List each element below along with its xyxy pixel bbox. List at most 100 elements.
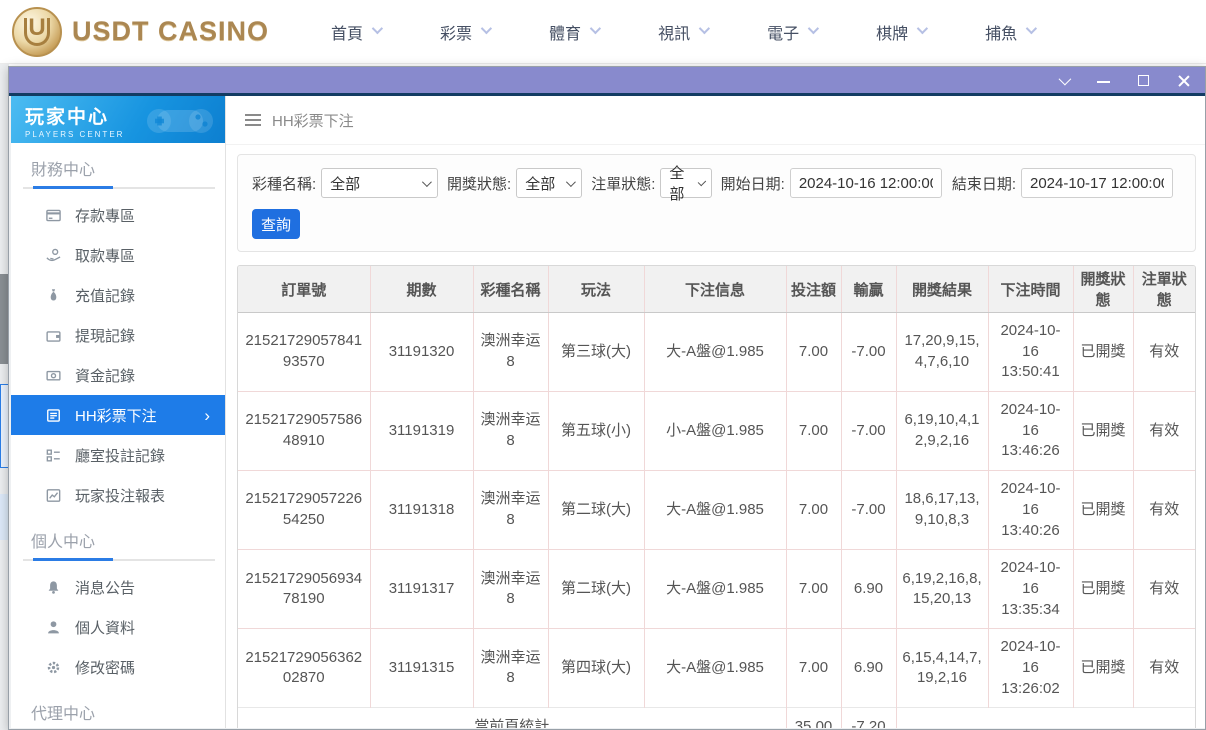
cell-bet-info: 大-A盤@1.985 [643, 311, 786, 392]
sidebar-item[interactable]: 消息公告 [11, 567, 225, 607]
logo-text: USDT CASINO [72, 16, 270, 46]
table-row: 2152172905636202870 31191315 澳洲幸运8 第四球(大) 大-… [238, 628, 1195, 708]
nav-item[interactable]: 棋牌 [872, 12, 929, 52]
window-titlebar[interactable] [9, 67, 1205, 96]
chevron-down-icon [916, 22, 929, 34]
cell-period: 31191317 [369, 549, 473, 629]
sidebar-item[interactable]: 取款專區 [11, 235, 225, 275]
end-date-input[interactable] [1020, 168, 1173, 198]
site-logo[interactable]: U USDT CASINO [12, 6, 270, 57]
maximize-icon [1137, 74, 1149, 86]
sidebar-section-title: 財務中心 [31, 162, 96, 179]
sidebar-item[interactable]: 提現記錄 [11, 315, 225, 355]
cell-draw-status: 已開獎 [1072, 549, 1133, 629]
sidebar-item[interactable]: 存款專區 [11, 195, 225, 235]
cell-play-type: 第四球(大) [547, 628, 644, 708]
sidebar-item[interactable]: 充值記錄 [11, 275, 225, 315]
start-date-label: 開始日期: [720, 175, 785, 193]
sidebar-item-label: 玩家投注報表 [75, 487, 166, 505]
nav-item[interactable]: 捕魚 [981, 12, 1038, 52]
nav-item[interactable]: 彩票 [436, 12, 493, 52]
window-collapse-button[interactable] [1055, 72, 1071, 88]
section-divider [23, 186, 215, 189]
col-header-order-status: 注單狀態 [1132, 266, 1195, 313]
table-header-row: 訂單號 期數 彩種名稱 玩法 下注信息 投注額 輸贏 開獎結果 下注時間 開獎狀態 注單狀態 [238, 266, 1195, 313]
sidebar-item[interactable]: HH彩票下注 › [11, 395, 225, 435]
deposit-card-icon [45, 207, 62, 224]
cell-bet-amount: 7.00 [785, 628, 841, 708]
start-date-input[interactable] [789, 168, 942, 198]
cell-order-no: 2152172905693478190 [238, 549, 370, 629]
sidebar-item[interactable]: 玩家投注報表 [11, 475, 225, 515]
money-bag-icon [45, 287, 62, 304]
withdraw-hand-icon [45, 247, 62, 264]
cell-draw-result: 17,20,9,15,4,7,6,10 [895, 311, 988, 392]
col-header-bet-time: 下注時間 [987, 266, 1073, 313]
logo-coin-icon: U [12, 6, 62, 57]
cell-win-loss: -7.00 [840, 391, 896, 471]
cell-order-no: 2152172905784193570 [238, 311, 370, 392]
chevron-down-icon [566, 176, 577, 187]
breadcrumb: HH彩票下注 [226, 96, 1205, 145]
chevron-down-icon [807, 22, 820, 34]
col-header-draw-result: 開獎結果 [895, 266, 988, 313]
nav-item[interactable]: 視訊 [654, 12, 711, 52]
main-content: HH彩票下注 彩種名稱: 全部 開獎狀態: 全部 注單狀態: 全部 開始日期: … [226, 96, 1205, 728]
sidebar-section-title: 代理中心 [31, 706, 96, 723]
chevron-down-icon [697, 177, 706, 186]
cell-bet-time: 2024-10-16 13:40:26 [987, 470, 1073, 550]
cell-win-loss: 6.90 [840, 549, 896, 629]
sidebar-item[interactable]: 個人資料 [11, 607, 225, 647]
nav-item-label: 電子 [767, 25, 800, 43]
sidebar-item[interactable]: 廳室投註記錄 [11, 435, 225, 475]
report-icon [45, 487, 62, 504]
bets-table: 訂單號 期數 彩種名稱 玩法 下注信息 投注額 輸贏 開獎結果 下注時間 開獎狀態 注單狀態 215… [238, 266, 1195, 728]
cell-play-type: 第二球(大) [547, 470, 644, 550]
col-header-period: 期數 [369, 266, 473, 313]
query-button[interactable]: 查詢 [252, 209, 300, 239]
nav-item[interactable]: 首頁 [327, 12, 384, 52]
chevron-down-icon [371, 22, 384, 34]
chevron-down-icon [1058, 72, 1071, 85]
gamepad-icon [147, 109, 213, 133]
menu-icon[interactable] [245, 114, 261, 126]
cell-period: 31191320 [369, 311, 473, 392]
gear-icon [45, 659, 62, 676]
cell-period: 31191319 [369, 391, 473, 471]
sidebar-item[interactable]: 資金記錄 [11, 355, 225, 395]
room-records-icon [45, 447, 62, 464]
order-status-select[interactable]: 全部 [660, 165, 712, 203]
cell-bet-info: 大-A盤@1.985 [643, 628, 786, 708]
section-divider [23, 558, 215, 561]
sidebar-item[interactable]: 修改密碼 [11, 647, 225, 687]
sidebar-item-label: 個人資料 [75, 619, 136, 637]
draw-status-select[interactable]: 全部 [516, 168, 583, 198]
cell-bet-amount: 7.00 [785, 391, 841, 471]
lottery-name-select[interactable]: 全部 [321, 168, 439, 198]
window-minimize-button[interactable] [1095, 72, 1111, 88]
cell-win-loss: 6.90 [840, 628, 896, 708]
sidebar-item-label: 取款專區 [75, 247, 136, 265]
window-close-button[interactable] [1175, 72, 1191, 88]
filter-panel: 彩種名稱: 全部 開獎狀態: 全部 注單狀態: 全部 開始日期: 2024-10… [237, 154, 1196, 252]
draw-status-label: 開獎狀態: [447, 175, 512, 193]
cell-play-type: 第三球(大) [547, 311, 644, 392]
sidebar-header: 玩家中心 PLAYERS CENTER [11, 96, 225, 143]
sidebar-item-label: 提現記錄 [75, 327, 136, 345]
minimize-icon [1096, 81, 1110, 83]
col-header-draw-status: 開獎狀態 [1072, 266, 1133, 313]
order-status-value: 全部 [669, 165, 685, 203]
cell-lottery-name: 澳洲幸运8 [472, 311, 548, 392]
cell-order-status: 有效 [1132, 311, 1195, 392]
table-row: 2152172905722654250 31191318 澳洲幸运8 第二球(大) 大-… [238, 470, 1195, 550]
nav-item[interactable]: 體育 [545, 12, 602, 52]
nav-item[interactable]: 電子 [763, 12, 820, 52]
window-maximize-button[interactable] [1135, 72, 1151, 88]
col-header-order-no: 訂單號 [238, 266, 370, 313]
cell-draw-status: 已開獎 [1072, 470, 1133, 550]
cell-win-loss: -7.00 [840, 311, 896, 392]
sidebar-item-label: HH彩票下注 [75, 407, 157, 425]
cell-order-no: 2152172905636202870 [238, 628, 370, 708]
chevron-down-icon [1025, 22, 1038, 34]
sidebar-item-label: 存款專區 [75, 207, 136, 225]
